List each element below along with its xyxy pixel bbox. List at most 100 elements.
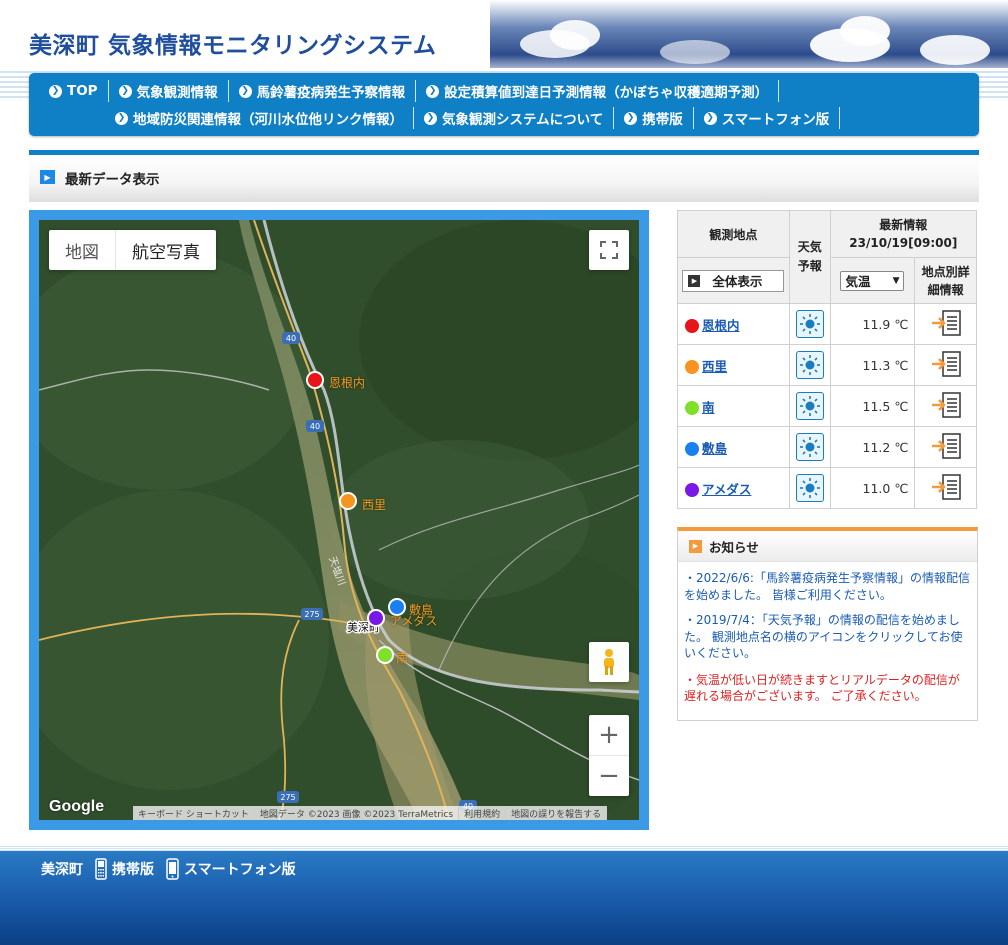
map-type-control: 地図 航空写真 [49, 230, 216, 270]
zoom-in-button[interactable]: + [589, 716, 629, 756]
map-type-satellite[interactable]: 航空写真 [115, 230, 216, 270]
pegman-icon [604, 649, 614, 675]
station-dot [685, 401, 699, 415]
map-type-roadmap[interactable]: 地図 [49, 230, 115, 270]
zoom-out-button[interactable]: − [589, 756, 629, 796]
col-header-detail: 地点別詳細情報 [914, 257, 977, 304]
table-row: 敷島 11.2 ℃ [677, 426, 977, 468]
play-icon: ▶ [688, 274, 701, 287]
site-title: 美深町 気象情報モニタリングシステム [29, 33, 437, 59]
marker-minami[interactable] [376, 646, 394, 664]
chevron-right-icon: ❯ [115, 111, 128, 125]
station-link-onnenai[interactable]: 恩根内 [702, 318, 740, 333]
station-link-nishisato[interactable]: 西里 [702, 359, 727, 374]
notice-panel: ▶ お知らせ ・2022/6/6:「馬鈴薯疫病発生予察情報」の情報配信を始めまし… [677, 527, 978, 721]
svg-text:275: 275 [280, 793, 295, 802]
table-row: アメダス 11.0 ℃ [677, 467, 977, 509]
nav-about-system[interactable]: ❯ 気象観測システムについて [414, 107, 615, 129]
station-dot [685, 360, 699, 374]
chevron-down-icon: ▼ [892, 275, 900, 286]
play-icon: ▶ [40, 170, 55, 184]
data-type-select[interactable]: 気温 ▼ [840, 270, 905, 291]
marker-label-onnenai: 恩根内 [329, 376, 366, 390]
nav-mobile[interactable]: ❯ 携帯版 [614, 107, 694, 129]
svg-text:275: 275 [304, 610, 319, 619]
section-title: 最新データ表示 [65, 172, 160, 188]
marker-nishisato[interactable] [339, 492, 357, 510]
keyboard-shortcuts-link[interactable]: キーボード ショートカット [133, 806, 255, 820]
satellite-map[interactable]: 40 40 275 275 40 天塩川 美深町 恩根内 西里 敷島 アメダス … [39, 220, 639, 820]
detail-report-icon[interactable] [930, 309, 962, 340]
station-link-shikishima[interactable]: 敷島 [702, 441, 727, 456]
mobile-phone-icon [95, 858, 107, 880]
weather-sunny-icon[interactable] [795, 392, 824, 420]
chevron-right-icon: ❯ [424, 111, 437, 125]
detail-report-icon[interactable] [930, 350, 962, 381]
temperature-value: 11.9 ℃ [829, 303, 916, 345]
temperature-value: 11.0 ℃ [829, 467, 916, 509]
detail-report-icon[interactable] [930, 432, 962, 463]
main-nav: ❯ TOP ❯ 気象観測情報 ❯ 馬鈴薯疫病発生予察情報 ❯ 設定積算値到達日予測情報（… [29, 73, 979, 136]
col-header-forecast: 天気予報 [788, 210, 831, 304]
fullscreen-button[interactable] [589, 230, 629, 270]
marker-onnenai[interactable] [306, 371, 324, 389]
play-icon: ▶ [689, 539, 702, 553]
zoom-control: + − [589, 715, 629, 796]
site-header: 美深町 気象情報モニタリングシステム ❯ TOP ❯ 気象観測情報 ❯ 馬鈴薯疫病発生… [0, 0, 1008, 150]
nav-potato-blight[interactable]: ❯ 馬鈴薯疫病発生予察情報 [229, 80, 417, 102]
temperature-value: 11.5 ℃ [829, 385, 916, 427]
temperature-value: 11.2 ℃ [829, 426, 916, 468]
nav-accumulation-forecast[interactable]: ❯ 設定積算値到達日予測情報（かぼちゃ収穫適期予測） [416, 80, 780, 102]
footer-mobile-link[interactable]: 携帯版 [95, 858, 154, 880]
footer-smartphone-link[interactable]: スマートフォン版 [166, 858, 296, 880]
section-header: ▶ 最新データ表示 [29, 150, 979, 202]
weather-sunny-icon[interactable] [795, 433, 824, 461]
footer-town-link[interactable]: 美深町 [41, 859, 83, 879]
fullscreen-icon [600, 241, 618, 259]
marker-label-nishisato: 西里 [362, 498, 387, 512]
marker-label-minami: 南 [396, 651, 409, 665]
col-header-latest: 最新情報 23/10/19[09:00] [829, 210, 978, 258]
col-header-location: 観測地点 [677, 210, 790, 258]
route-shield: 40 [306, 420, 324, 432]
chevron-right-icon: ❯ [118, 84, 132, 98]
chevron-right-icon: ❯ [49, 84, 62, 98]
observation-table: 観測地点 天気予報 最新情報 23/10/19[09:00] ▶ 全体表示 気温… [677, 210, 978, 509]
show-all-button[interactable]: ▶ 全体表示 [682, 269, 785, 292]
report-error-link[interactable]: 地図の誤りを報告する [506, 806, 608, 820]
nav-top[interactable]: ❯ TOP [39, 80, 109, 102]
weather-sunny-icon[interactable] [795, 474, 824, 502]
temperature-value: 11.3 ℃ [829, 344, 916, 386]
map-data-credit: 地図データ ©2023 画像 ©2023 TerraMetrics [255, 806, 460, 820]
chevron-right-icon: ❯ [624, 111, 638, 125]
nav-disaster-prevention[interactable]: ❯ 地域防災関連情報（河川水位他リンク情報） [105, 107, 414, 129]
header-sky-banner [490, 0, 1008, 78]
notice-item: ・気温が低い日が続きますとリアルデータの配信が遅れる場合がございます。 ご了承く… [684, 672, 960, 704]
terms-link[interactable]: 利用規約 [459, 806, 507, 820]
street-view-button[interactable] [589, 642, 629, 682]
marker-label-amedas: アメダス [390, 614, 438, 628]
google-logo: Google [49, 798, 105, 815]
table-row: 恩根内 11.9 ℃ [677, 303, 977, 345]
detail-report-icon[interactable] [930, 391, 962, 422]
svg-text:40: 40 [286, 334, 296, 343]
nav-smartphone[interactable]: ❯ スマートフォン版 [694, 107, 841, 129]
map-terrain: 40 40 275 275 40 天塩川 美深町 [39, 220, 639, 820]
station-dot [685, 483, 699, 497]
weather-sunny-icon[interactable] [795, 351, 824, 379]
station-link-minami[interactable]: 南 [702, 400, 715, 415]
site-footer: 美深町 携帯版 スマートフォン版 [0, 846, 1008, 945]
chevron-right-icon: ❯ [426, 84, 440, 98]
notice-item: ・2019/7/4：「天気予報」の情報の配信を始めました。 観測地点名の横のアイ… [684, 613, 963, 660]
route-shield: 40 [282, 332, 300, 344]
marker-amedas[interactable] [367, 609, 385, 627]
route-shield: 275 [301, 608, 323, 620]
weather-sunny-icon[interactable] [795, 310, 824, 338]
station-link-amedas[interactable]: アメダス [702, 482, 751, 497]
svg-text:40: 40 [310, 422, 320, 431]
route-shield: 275 [277, 791, 299, 803]
map-attribution: キーボード ショートカット 地図データ ©2023 画像 ©2023 Terra… [133, 806, 608, 820]
nav-weather-observation[interactable]: ❯ 気象観測情報 [109, 80, 229, 102]
map-frame: 40 40 275 275 40 天塩川 美深町 恩根内 西里 敷島 アメダス … [29, 210, 649, 830]
detail-report-icon[interactable] [930, 473, 962, 504]
